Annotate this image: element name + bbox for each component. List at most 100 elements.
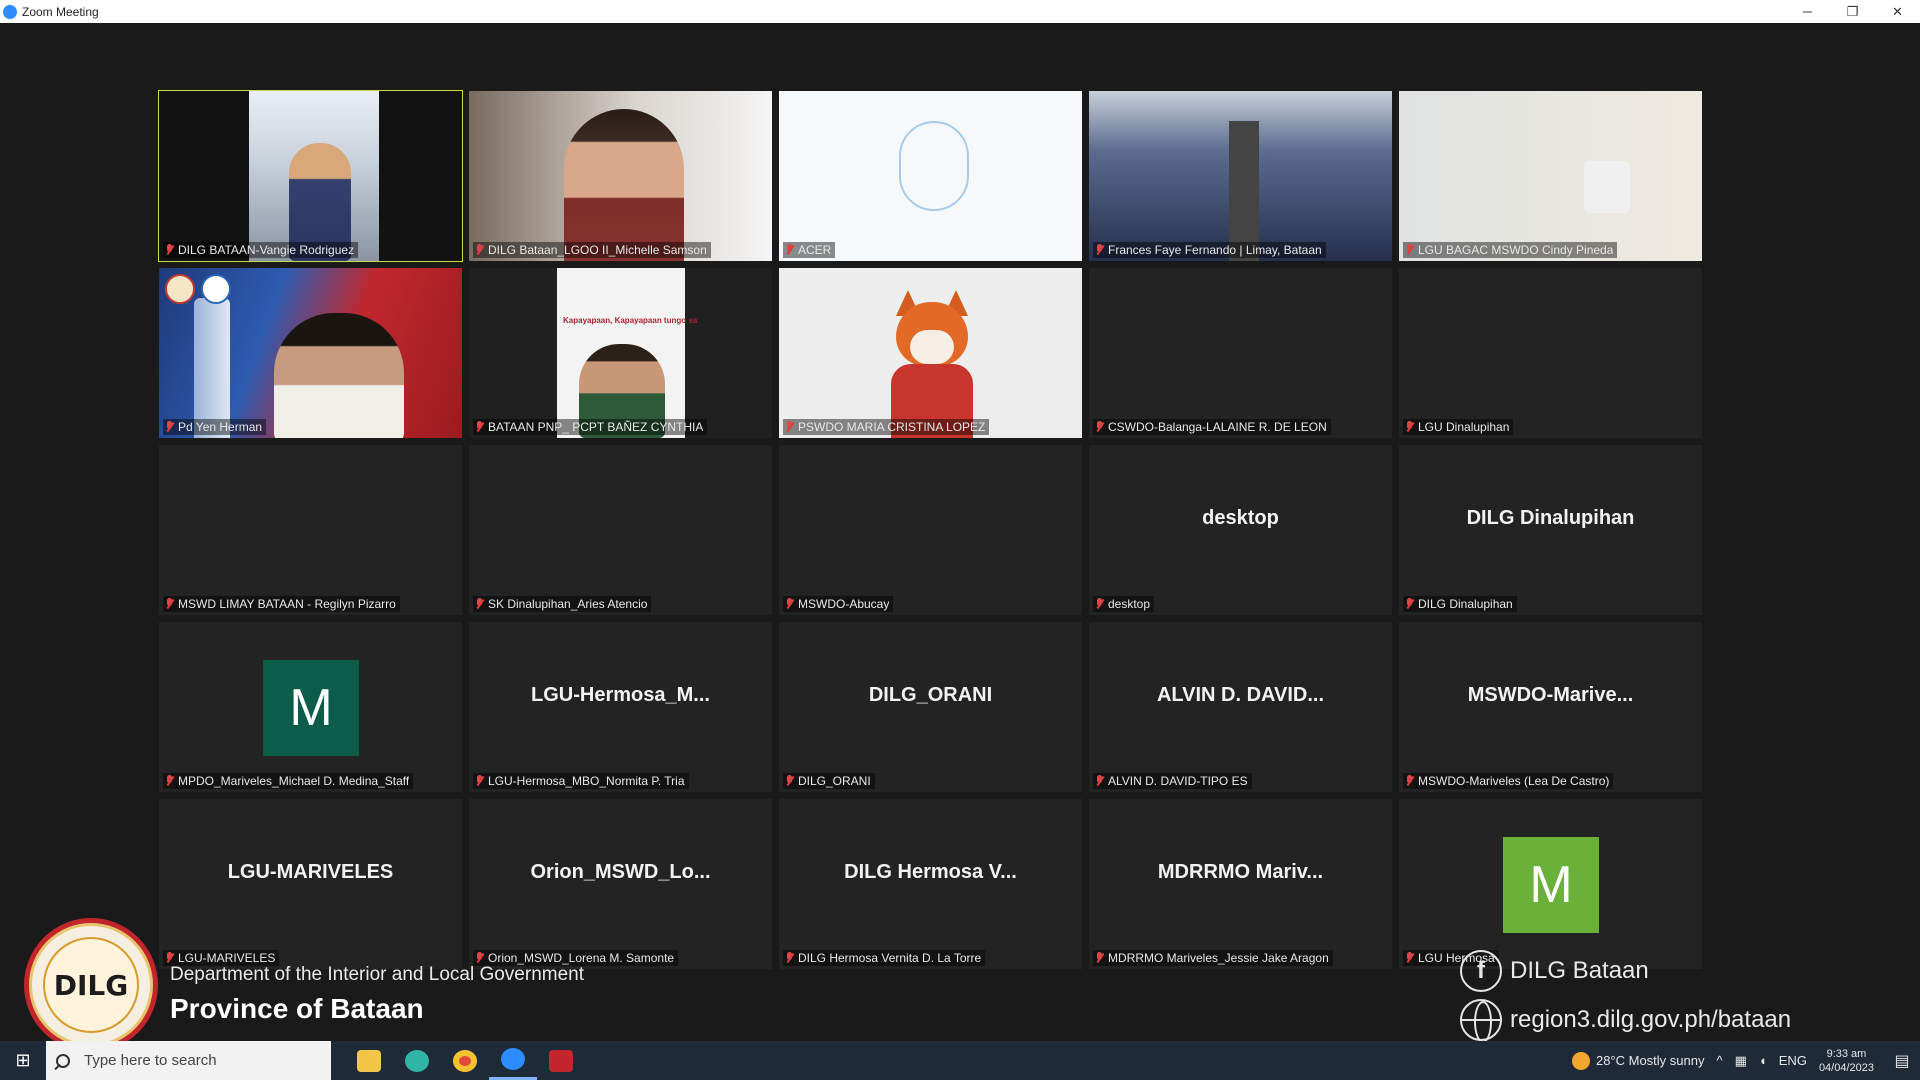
- language-indicator[interactable]: ENG: [1779, 1053, 1807, 1068]
- mic-muted-icon: [165, 244, 174, 256]
- weather-text[interactable]: 28°C Mostly sunny: [1596, 1053, 1705, 1068]
- participant-label: CSWDO-Balanga-LALAINE R. DE LEON: [1093, 419, 1331, 435]
- participant-tile[interactable]: DILG_ORANI DILG_ORANI: [779, 622, 1082, 792]
- participant-tile[interactable]: LGU Dinalupihan: [1399, 268, 1702, 438]
- window-controls: ─ ❐ ✕: [1785, 0, 1920, 23]
- mic-muted-icon: [165, 598, 174, 610]
- mic-muted-icon: [785, 598, 794, 610]
- tray-chevron-icon[interactable]: ^: [1717, 1053, 1723, 1068]
- participant-label: SK Dinalupihan_Aries Atencio: [473, 596, 652, 612]
- participant-label: DILG_ORANI: [783, 773, 875, 789]
- seal-icon: [165, 274, 195, 304]
- avatar: M: [1503, 837, 1599, 933]
- gallery-grid: DILG BATAAN-Vangie Rodriguez DILG Bataan…: [158, 90, 1705, 969]
- window-title: Zoom Meeting: [22, 4, 99, 19]
- participant-label: DILG Dinalupihan: [1403, 596, 1517, 612]
- start-button[interactable]: ⊞: [0, 1041, 46, 1080]
- participant-display-name: Orion_MSWD_Lo...: [530, 861, 711, 883]
- participant-display-name: MSWDO-Marive...: [1467, 684, 1634, 706]
- system-tray: 28°C Mostly sunny ^ ▦ ◖ ENG 9:33 am 04/0…: [1571, 1041, 1920, 1080]
- participant-tile[interactable]: M LGU Hermosa: [1399, 799, 1702, 969]
- mic-muted-icon: [1095, 421, 1104, 433]
- participant-label: ALVIN D. DAVID-TIPO ES: [1093, 773, 1252, 789]
- chrome-icon[interactable]: [441, 1041, 489, 1080]
- participant-tile[interactable]: PSWDO MARIA CRISTINA LOPEZ: [779, 268, 1082, 438]
- avatar: M: [263, 660, 359, 756]
- participant-tile[interactable]: MSWDO-Marive... MSWDO-Mariveles (Lea De …: [1399, 622, 1702, 792]
- video-feed: [1399, 91, 1702, 261]
- mic-muted-icon: [475, 598, 484, 610]
- mic-muted-icon: [475, 421, 484, 433]
- participant-tile[interactable]: DILG Bataan_LGOO II_Michelle Samson: [469, 91, 772, 261]
- mic-muted-icon: [1405, 244, 1414, 256]
- participant-tile[interactable]: LGU BAGAC MSWDO Cindy Pineda: [1399, 91, 1702, 261]
- mic-muted-icon: [475, 244, 484, 256]
- mic-muted-icon: [785, 421, 794, 433]
- poster-text: Kapayapaan, Kapayapaan tungo sa: [563, 316, 698, 325]
- participant-label: PSWDO MARIA CRISTINA LOPEZ: [783, 419, 990, 435]
- participant-tile[interactable]: LGU-MARIVELES LGU-MARIVELES: [159, 799, 462, 969]
- fox-avatar-feed: [779, 268, 1082, 438]
- zoom-app-icon: [3, 4, 17, 19]
- clock[interactable]: 9:33 am 04/04/2023: [1819, 1047, 1874, 1075]
- video-feed: [1089, 91, 1392, 261]
- participant-tile[interactable]: DILG Dinalupihan DILG Dinalupihan: [1399, 445, 1702, 615]
- participant-tile[interactable]: ACER: [779, 91, 1082, 261]
- mic-muted-icon: [1095, 952, 1104, 964]
- mic-muted-icon: [475, 952, 484, 964]
- participant-label: MDRRMO Mariveles_Jessie Jake Aragon: [1093, 950, 1333, 966]
- mic-muted-icon: [165, 775, 174, 787]
- seal-icon: [201, 274, 231, 304]
- zoom-meeting-screen: Zoom Meeting ─ ❐ ✕ DILG BATAAN-Vangie Ro…: [0, 0, 1920, 1080]
- restore-icon[interactable]: ❐: [1830, 0, 1875, 23]
- participant-tile[interactable]: DILG BATAAN-Vangie Rodriguez: [158, 90, 463, 262]
- participant-tile[interactable]: MSWDO-Abucay: [779, 445, 1082, 615]
- participant-display-name: DILG_ORANI: [868, 684, 993, 706]
- participant-label: MSWDO-Mariveles (Lea De Castro): [1403, 773, 1614, 789]
- network-icon[interactable]: ▦: [1735, 1053, 1747, 1069]
- edge-icon[interactable]: [393, 1041, 441, 1080]
- participant-tile[interactable]: Frances Faye Fernando | Limay, Bataan: [1089, 91, 1392, 261]
- file-explorer-icon[interactable]: [345, 1041, 393, 1080]
- globe-icon: [1460, 999, 1502, 1043]
- video-feed: [779, 91, 1082, 261]
- participant-display-name: DILG Dinalupihan: [1466, 507, 1635, 529]
- participant-tile[interactable]: Kapayapaan, Kapayapaan tungo sa BATAAN P…: [469, 268, 772, 438]
- participant-tile[interactable]: Orion_MSWD_Lo... Orion_MSWD_Lorena M. Sa…: [469, 799, 772, 969]
- video-feed: [469, 91, 772, 261]
- video-feed: [159, 91, 462, 261]
- participant-label: DILG Bataan_LGOO II_Michelle Samson: [473, 242, 711, 258]
- participant-display-name: MDRRMO Mariv...: [1157, 861, 1324, 883]
- participant-display-name: ALVIN D. DAVID...: [1156, 684, 1325, 706]
- participant-display-name: LGU-Hermosa_M...: [531, 684, 710, 706]
- participant-tile[interactable]: DILG Hermosa V... DILG Hermosa Vernita D…: [779, 799, 1082, 969]
- minimize-icon[interactable]: ─: [1785, 0, 1830, 23]
- participant-tile[interactable]: Pd Yen Herman: [159, 268, 462, 438]
- participant-tile[interactable]: LGU-Hermosa_M... LGU-Hermosa_MBO_Normita…: [469, 622, 772, 792]
- participant-tile[interactable]: MSWD LIMAY BATAAN - Regilyn Pizarro: [159, 445, 462, 615]
- app-icon[interactable]: [537, 1041, 585, 1080]
- dilg-logo: DILG: [24, 918, 158, 1052]
- mic-muted-icon: [785, 775, 794, 787]
- participant-tile[interactable]: M MPDO_Mariveles_Michael D. Medina_Staff: [159, 622, 462, 792]
- windows-taskbar: ⊞ Type here to search 28°C Mostly sunny …: [0, 1041, 1920, 1080]
- participant-tile[interactable]: ALVIN D. DAVID... ALVIN D. DAVID-TIPO ES: [1089, 622, 1392, 792]
- participant-tile[interactable]: CSWDO-Balanga-LALAINE R. DE LEON: [1089, 268, 1392, 438]
- participant-label: LGU-Hermosa_MBO_Normita P. Tria: [473, 773, 689, 789]
- mic-muted-icon: [475, 775, 484, 787]
- participant-tile[interactable]: desktop desktop: [1089, 445, 1392, 615]
- participant-tile[interactable]: SK Dinalupihan_Aries Atencio: [469, 445, 772, 615]
- pinned-apps: [345, 1041, 585, 1080]
- taskbar-search[interactable]: Type here to search: [46, 1041, 331, 1080]
- participant-label: Pd Yen Herman: [163, 419, 267, 435]
- participant-label: MSWDO-Abucay: [783, 596, 894, 612]
- participant-tile[interactable]: MDRRMO Mariv... MDRRMO Mariveles_Jessie …: [1089, 799, 1392, 969]
- facebook-handle: f DILG Bataan: [1460, 950, 1649, 992]
- participant-display-name: LGU-MARIVELES: [227, 861, 394, 883]
- close-icon[interactable]: ✕: [1875, 0, 1920, 23]
- zoom-taskbar-icon[interactable]: [489, 1041, 537, 1080]
- participant-label: MSWD LIMAY BATAAN - Regilyn Pizarro: [163, 596, 400, 612]
- notification-icon[interactable]: ▤: [1884, 1041, 1920, 1080]
- volume-icon[interactable]: ◖: [1759, 1053, 1767, 1068]
- weather-icon: [1571, 1051, 1590, 1070]
